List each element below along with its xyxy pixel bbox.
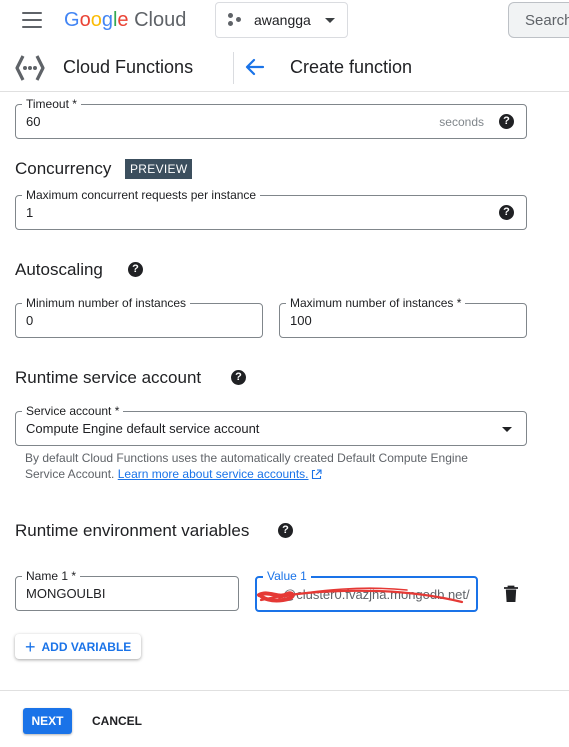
add-variable-label: ADD VARIABLE: [41, 639, 132, 654]
service-account-label: Service account *: [22, 403, 124, 419]
project-selector[interactable]: awangga: [215, 2, 348, 38]
env-var-name-value[interactable]: MONGOULBI: [26, 586, 105, 601]
top-app-bar: Google Cloud awangga Search: [0, 0, 569, 40]
next-button[interactable]: NEXT: [23, 708, 72, 734]
plus-icon: +: [25, 636, 36, 657]
product-header: Cloud Functions Create function: [0, 44, 569, 92]
help-icon[interactable]: ?: [231, 370, 246, 385]
concurrency-title: Concurrency: [15, 159, 112, 178]
runtime-service-account-title: Runtime service account: [15, 368, 202, 387]
max-concurrent-requests-value[interactable]: 1: [26, 205, 33, 220]
product-title: Cloud Functions: [63, 57, 194, 77]
service-account-hint: By default Cloud Functions uses the auto…: [25, 450, 485, 482]
max-concurrent-requests-field[interactable]: Maximum concurrent requests per instance…: [15, 187, 527, 230]
max-instances-value[interactable]: 100: [290, 313, 312, 328]
preview-badge: PREVIEW: [125, 159, 193, 179]
help-icon[interactable]: ?: [499, 114, 514, 129]
project-dots-icon: [228, 13, 242, 27]
help-icon[interactable]: ?: [278, 523, 293, 538]
env-var-name-field[interactable]: Name 1 * MONGOULBI: [15, 568, 239, 611]
max-instances-label: Maximum number of instances *: [286, 295, 466, 311]
timeout-suffix: seconds: [439, 115, 484, 129]
trash-icon[interactable]: [503, 585, 519, 603]
env-var-value-field[interactable]: Value 1 @cluster0.fvazjha.mongodb.net/: [255, 568, 478, 612]
back-arrow-icon[interactable]: [244, 56, 266, 78]
env-var-name-label: Name 1 *: [22, 568, 81, 584]
learn-more-link[interactable]: Learn more about service accounts.: [118, 467, 309, 481]
timeout-field[interactable]: Timeout * 60 seconds ?: [15, 96, 527, 139]
max-concurrent-requests-label: Maximum concurrent requests per instance: [22, 187, 261, 203]
cancel-button[interactable]: CANCEL: [88, 708, 146, 734]
help-icon[interactable]: ?: [128, 262, 143, 277]
chevron-down-icon: [325, 18, 335, 23]
min-instances-label: Minimum number of instances: [22, 295, 191, 311]
help-icon[interactable]: ?: [499, 205, 514, 220]
cloud-functions-icon: [15, 55, 45, 81]
form-footer: NEXT CANCEL: [0, 690, 569, 747]
google-cloud-logo[interactable]: Google Cloud: [64, 7, 186, 33]
min-instances-field[interactable]: Minimum number of instances 0: [15, 295, 263, 338]
max-instances-field[interactable]: Maximum number of instances * 100: [279, 295, 527, 338]
page-title: Create function: [290, 57, 413, 77]
env-var-value-text[interactable]: @cluster0.fvazjha.mongodb.net/: [283, 587, 470, 602]
dropdown-caret-icon: [502, 427, 512, 432]
search-input[interactable]: Search: [508, 2, 569, 38]
timeout-label: Timeout *: [22, 96, 81, 112]
add-variable-button[interactable]: + ADD VARIABLE: [15, 634, 141, 659]
runtime-env-vars-title: Runtime environment variables: [15, 521, 250, 540]
min-instances-value[interactable]: 0: [26, 313, 33, 328]
service-account-value: Compute Engine default service account: [26, 421, 260, 436]
project-name: awangga: [254, 12, 311, 28]
hamburger-menu-icon[interactable]: [22, 12, 42, 28]
autoscaling-title: Autoscaling: [15, 260, 103, 279]
external-link-icon: [311, 469, 322, 480]
service-account-select[interactable]: Service account * Compute Engine default…: [15, 403, 527, 446]
header-divider: [233, 52, 234, 84]
timeout-value[interactable]: 60: [26, 114, 40, 129]
env-var-value-label: Value 1: [263, 568, 311, 584]
